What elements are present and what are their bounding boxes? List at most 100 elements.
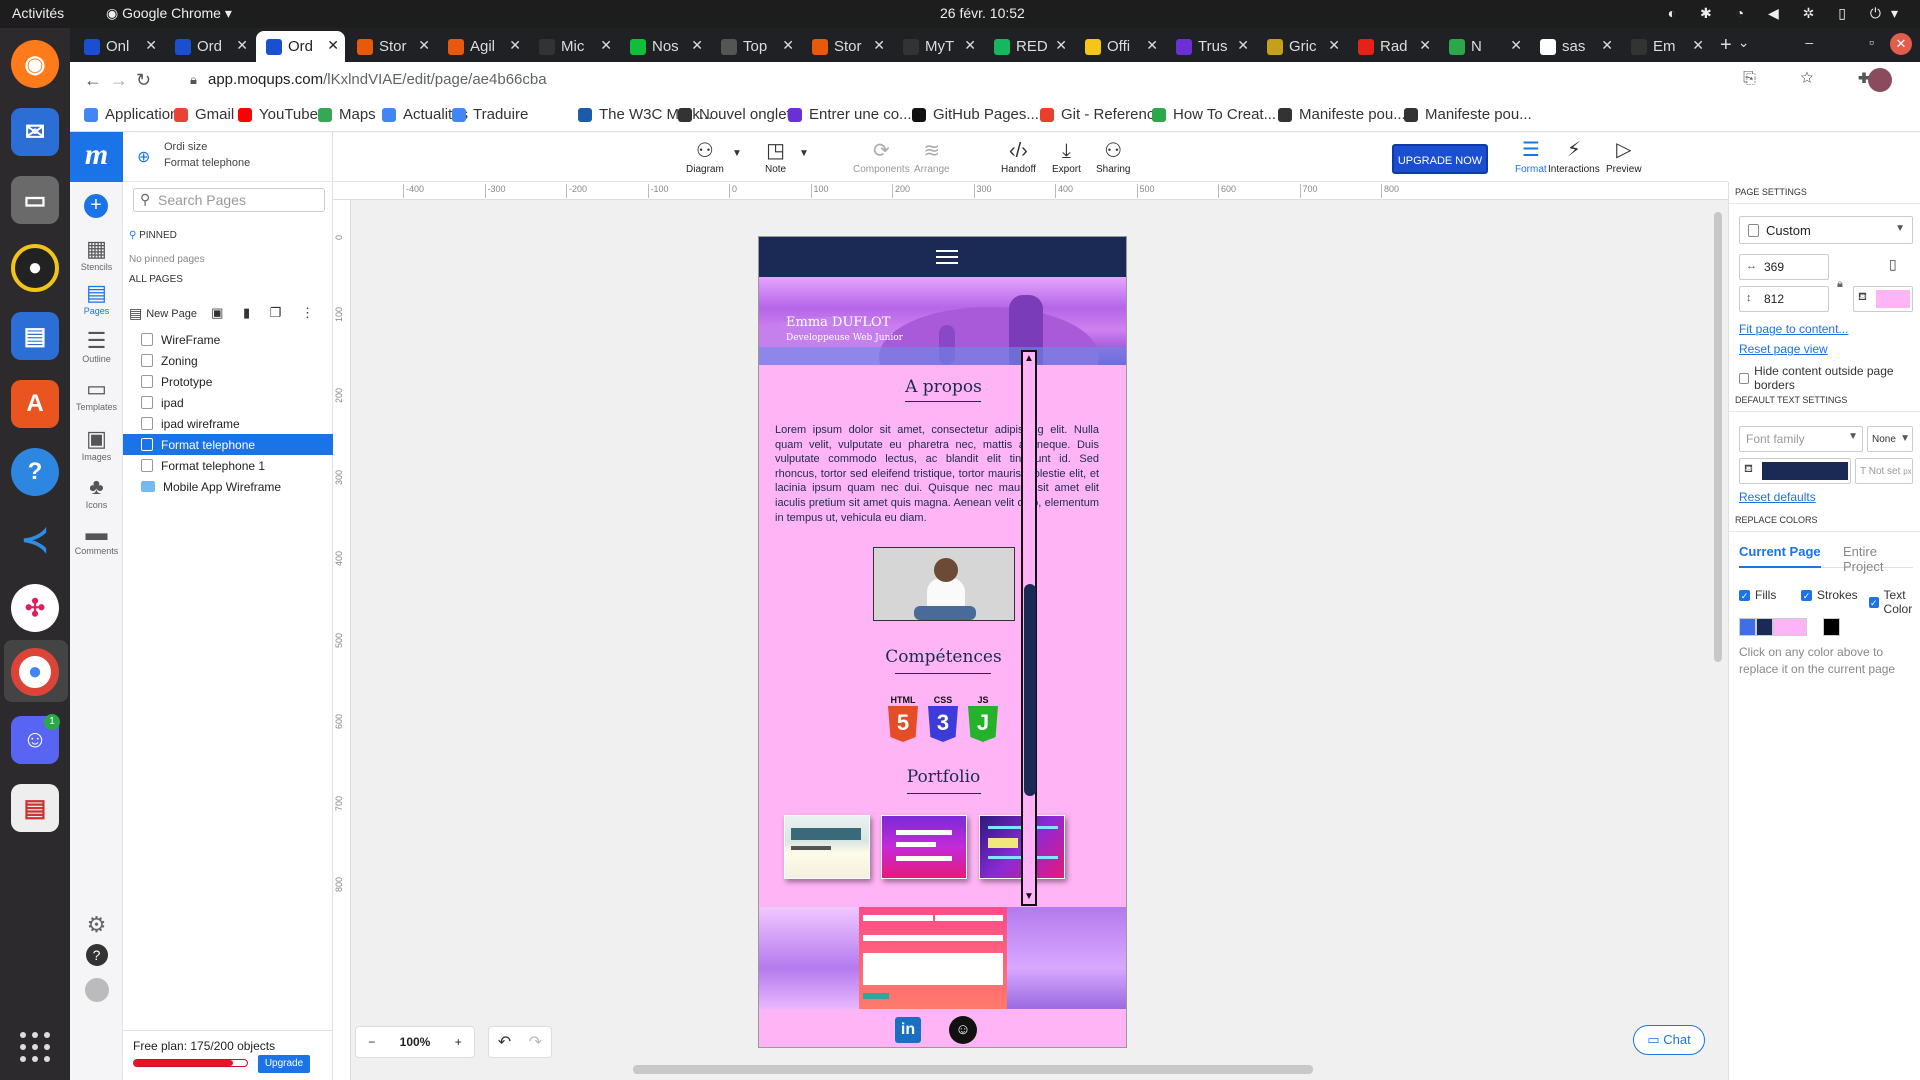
tab-entire-project[interactable]: Entire Project xyxy=(1843,544,1913,574)
page-item[interactable]: Zoning xyxy=(123,350,333,371)
color-swatch[interactable] xyxy=(1739,618,1756,636)
mockup-scrollbar[interactable]: ▲ ▼ xyxy=(1021,350,1037,906)
reset-page-view-link[interactable]: Reset page view xyxy=(1739,342,1828,356)
search-pages-input[interactable]: ⚲ Search Pages xyxy=(133,188,325,212)
close-window-button[interactable]: ✕ xyxy=(1890,33,1912,55)
preview-button[interactable]: ▷ Preview xyxy=(1606,136,1642,175)
help-button[interactable]: ? xyxy=(70,944,123,966)
rhythmbox-icon[interactable]: ● xyxy=(11,244,59,292)
form-field-email[interactable] xyxy=(863,935,1003,941)
rail-button-images[interactable]: ▣ Images xyxy=(70,426,123,462)
upgrade-button-small[interactable]: Upgrade xyxy=(258,1055,310,1073)
portfolio-thumbnail-2[interactable] xyxy=(881,815,967,879)
user-avatar[interactable] xyxy=(70,978,123,1004)
thunderbird-icon[interactable]: ✉ xyxy=(11,108,59,156)
undo-icon[interactable]: ↶ xyxy=(498,1032,511,1052)
zoom-level[interactable]: 100% xyxy=(400,1035,431,1049)
format-button[interactable]: ☰ Format xyxy=(1515,136,1547,175)
fit-page-link[interactable]: Fit page to content... xyxy=(1739,322,1848,336)
rail-button-templates[interactable]: ▭ Templates xyxy=(70,376,123,412)
bookmark-item[interactable]: Gmail xyxy=(174,106,234,123)
handoff-button[interactable]: ‹/› Handoff xyxy=(1001,138,1036,175)
system-tray[interactable]: ◐ ✱ ◔ ◀ ✲ ▯ ⏻▾ xyxy=(1668,5,1908,22)
browser-tab[interactable]: Em ✕ xyxy=(1621,31,1710,62)
diagram-dropdown-icon[interactable]: ▼ xyxy=(732,148,742,159)
canvas-vertical-scrollbar[interactable] xyxy=(1714,212,1722,662)
page-size-select[interactable]: Custom ▼ xyxy=(1739,216,1913,244)
contact-form[interactable] xyxy=(859,907,1007,1009)
bookmark-item[interactable]: Maps xyxy=(318,106,376,123)
form-field-name[interactable] xyxy=(863,915,933,921)
font-size-input[interactable]: T Not set px xyxy=(1855,458,1913,484)
fills-checkbox[interactable]: ✓ Fills xyxy=(1739,588,1776,602)
page-item[interactable]: WireFrame xyxy=(123,329,333,350)
bookmark-item[interactable]: How To Creat... xyxy=(1152,106,1276,123)
chrome-icon[interactable]: ● xyxy=(11,648,59,696)
mockup-scrollbar-thumb[interactable] xyxy=(1024,584,1036,796)
close-tab-icon[interactable]: ✕ xyxy=(327,37,339,54)
font-style-select[interactable]: None ▼ xyxy=(1867,426,1913,452)
text-color-checkbox[interactable]: ✓ Text Color xyxy=(1869,588,1920,616)
show-apps-icon[interactable] xyxy=(20,1032,50,1062)
close-tab-icon[interactable]: ✕ xyxy=(1146,37,1158,54)
browser-tab[interactable]: Top ✕ xyxy=(711,31,800,62)
browser-tab[interactable]: Stor ✕ xyxy=(802,31,891,62)
help-icon[interactable]: ? xyxy=(11,448,59,496)
bookmark-item[interactable]: YouTube xyxy=(238,106,318,123)
bookmark-item[interactable]: Nouvel onglet xyxy=(678,106,791,123)
firefox-icon[interactable]: ◉ xyxy=(11,40,59,88)
app-menu[interactable]: ◉ Google Chrome ▾ xyxy=(106,5,232,22)
browser-tab[interactable]: Ord ✕ xyxy=(256,31,345,62)
rail-button-stencils[interactable]: ▦ Stencils xyxy=(70,236,123,272)
close-tab-icon[interactable]: ✕ xyxy=(1601,37,1613,54)
canvas[interactable]: -400 -300 -200 -100 0 100 200 300 400 500 600 700 80… xyxy=(333,182,1728,1080)
bookmark-item[interactable]: GitHub Pages... xyxy=(912,106,1039,123)
portfolio-thumbnail-1[interactable] xyxy=(784,815,870,879)
lock-ratio-icon[interactable]: 🔒︎ xyxy=(1837,278,1843,291)
close-tab-icon[interactable]: ✕ xyxy=(509,37,521,54)
upgrade-now-button[interactable]: UPGRADE NOW xyxy=(1392,144,1488,174)
portrait-icon[interactable]: ▯ xyxy=(1889,256,1897,273)
project-title[interactable]: Ordi size xyxy=(164,141,207,153)
scroll-down-arrow-icon[interactable]: ▼ xyxy=(1023,890,1035,904)
github-icon[interactable]: ☺ xyxy=(949,1016,977,1044)
checkbox-unchecked[interactable] xyxy=(1739,372,1750,384)
back-icon[interactable]: ← xyxy=(84,70,102,91)
mockup-navbar[interactable] xyxy=(759,237,1126,277)
forward-icon[interactable]: → xyxy=(110,70,128,91)
components-button[interactable]: ⟳ Components xyxy=(853,138,910,175)
page-folder[interactable]: Mobile App Wireframe xyxy=(123,476,333,497)
page-item[interactable]: ipad xyxy=(123,392,333,413)
vscode-icon[interactable]: ≺ xyxy=(11,516,59,564)
checkbox-checked[interactable]: ✓ xyxy=(1869,596,1879,608)
rail-button-icons[interactable]: ♣ Icons xyxy=(70,474,123,510)
reset-defaults-link[interactable]: Reset defaults xyxy=(1739,490,1816,504)
text-editor-icon[interactable]: ▤ xyxy=(11,784,59,832)
zoom-out-icon[interactable]: − xyxy=(368,1035,375,1049)
mockup-hero-banner[interactable]: Emma DUFLOT Developpeuse Web Junior xyxy=(759,277,1126,365)
checkbox-checked[interactable]: ✓ xyxy=(1801,589,1812,601)
profile-photo[interactable] xyxy=(873,547,1015,621)
software-center-icon[interactable]: A xyxy=(11,380,59,428)
scroll-up-arrow-icon[interactable]: ▲ xyxy=(1023,352,1035,366)
close-tab-icon[interactable]: ✕ xyxy=(1055,37,1067,54)
close-tab-icon[interactable]: ✕ xyxy=(964,37,976,54)
bookmark-item[interactable]: Entrer une co... xyxy=(788,106,912,123)
browser-tab[interactable]: Offi ✕ xyxy=(1075,31,1164,62)
form-submit-button[interactable] xyxy=(863,993,889,999)
bookmark-item[interactable]: Applications xyxy=(84,106,186,123)
text-color-picker[interactable]: ⛾ xyxy=(1739,458,1851,484)
bookmark-item[interactable]: Traduire xyxy=(452,106,528,123)
browser-tab[interactable]: Onl ✕ xyxy=(74,31,163,62)
close-tab-icon[interactable]: ✕ xyxy=(145,37,157,54)
zoom-in-icon[interactable]: + xyxy=(455,1035,462,1049)
close-tab-icon[interactable]: ✕ xyxy=(873,37,885,54)
close-tab-icon[interactable]: ✕ xyxy=(236,37,248,54)
browser-tab[interactable]: N ✕ xyxy=(1439,31,1528,62)
browser-tab[interactable]: Stor ✕ xyxy=(347,31,436,62)
close-tab-icon[interactable]: ✕ xyxy=(600,37,612,54)
add-icon[interactable]: + xyxy=(84,194,108,218)
color-swatch[interactable] xyxy=(1773,618,1807,636)
redo-icon[interactable]: ↷ xyxy=(529,1032,542,1052)
page-width-input[interactable]: ↔ 369 xyxy=(1739,254,1829,280)
